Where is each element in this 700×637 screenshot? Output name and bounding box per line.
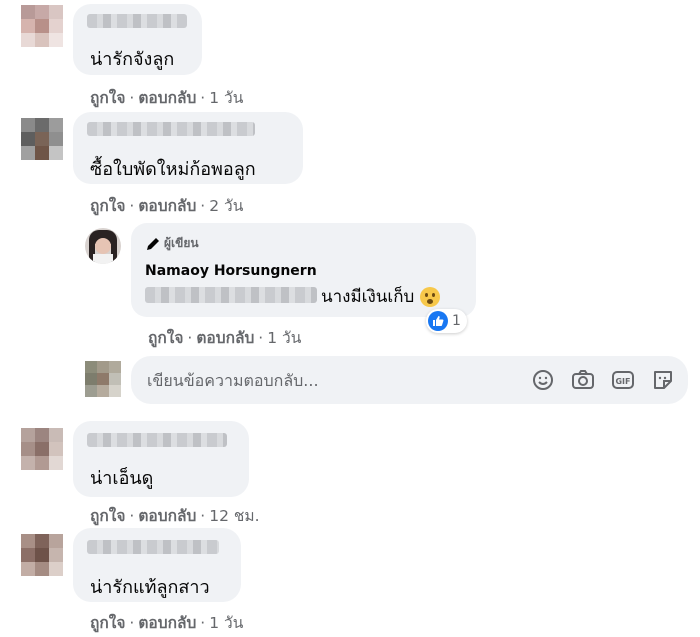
comment-text: น่ารักแท้ลูกสาว [90, 577, 210, 598]
comment-actions: ถูกใจ · ตอบกลับ · 12 ชม. [90, 507, 260, 525]
tagged-name-blurred[interactable] [145, 287, 317, 303]
author-badge: ผู้เขียน [145, 234, 199, 253]
author-avatar[interactable] [85, 228, 121, 264]
reply-input[interactable]: เขียนข้อความตอบกลับ... GIF [131, 356, 688, 404]
comment-text: ซื้อใบพัดใหม่ก้อพอลูก [90, 159, 256, 180]
reply-input-placeholder: เขียนข้อความตอบกลับ... [147, 371, 319, 390]
reply-actions: ถูกใจ · ตอบกลับ · 1 วัน [148, 329, 302, 347]
timestamp[interactable]: 1 วัน [209, 89, 243, 107]
timestamp[interactable]: 12 ชม. [209, 507, 259, 525]
comment-bubble[interactable]: น่ารักแท้ลูกสาว [73, 528, 241, 602]
svg-text:GIF: GIF [615, 377, 630, 386]
sticker-icon[interactable] [651, 368, 675, 392]
commenter-name-blurred[interactable] [87, 14, 187, 28]
commenter-name-blurred[interactable] [87, 540, 219, 554]
reaction-count[interactable]: 1 [426, 309, 467, 333]
commenter-avatar[interactable] [21, 534, 63, 576]
comment-bubble[interactable]: น่ารักจังลูก [73, 4, 202, 75]
comment-actions: ถูกใจ · ตอบกลับ · 1 วัน [90, 614, 244, 632]
comment-bubble[interactable]: น่าเอ็นดู [73, 421, 249, 497]
shushing-face-emoji-icon [419, 287, 440, 307]
author-reply-text: นางมีเงินเก็บ [321, 283, 440, 310]
reaction-count-number: 1 [452, 313, 461, 329]
timestamp[interactable]: 1 วัน [267, 329, 301, 347]
author-badge-label: ผู้เขียน [164, 236, 199, 250]
comment-bubble[interactable]: ซื้อใบพัดใหม่ก้อพอลูก [73, 112, 303, 184]
timestamp[interactable]: 1 วัน [209, 614, 243, 632]
reply-link[interactable]: ตอบกลับ [138, 507, 196, 525]
reply-link[interactable]: ตอบกลับ [138, 197, 196, 215]
comment-text: น่าเอ็นดู [90, 468, 154, 489]
current-user-avatar [85, 361, 121, 397]
like-reaction-icon [428, 311, 448, 331]
like-link[interactable]: ถูกใจ [148, 329, 183, 347]
like-link[interactable]: ถูกใจ [90, 507, 125, 525]
commenter-avatar[interactable] [21, 118, 63, 160]
smiley-icon[interactable] [531, 368, 555, 392]
reply-link[interactable]: ตอบกลับ [196, 329, 254, 347]
comment-actions: ถูกใจ · ตอบกลับ · 1 วัน [90, 89, 244, 107]
commenter-name-blurred[interactable] [87, 122, 255, 136]
timestamp[interactable]: 2 วัน [209, 197, 243, 215]
commenter-avatar[interactable] [21, 428, 63, 470]
comment-actions: ถูกใจ · ตอบกลับ · 2 วัน [90, 197, 244, 215]
pencil-icon [147, 237, 159, 250]
gif-icon[interactable]: GIF [611, 368, 635, 392]
camera-icon[interactable] [571, 368, 595, 392]
reply-link[interactable]: ตอบกลับ [138, 89, 196, 107]
commenter-avatar[interactable] [21, 5, 63, 47]
commenter-name-blurred[interactable] [87, 433, 227, 447]
author-reply-bubble[interactable]: ผู้เขียน Namaoy Horsungnern นางมีเงินเก็… [131, 223, 476, 317]
author-name[interactable]: Namaoy Horsungnern [145, 263, 317, 279]
reply-link[interactable]: ตอบกลับ [138, 614, 196, 632]
like-link[interactable]: ถูกใจ [90, 89, 125, 107]
like-link[interactable]: ถูกใจ [90, 614, 125, 632]
comment-text: น่ารักจังลูก [90, 49, 175, 70]
like-link[interactable]: ถูกใจ [90, 197, 125, 215]
